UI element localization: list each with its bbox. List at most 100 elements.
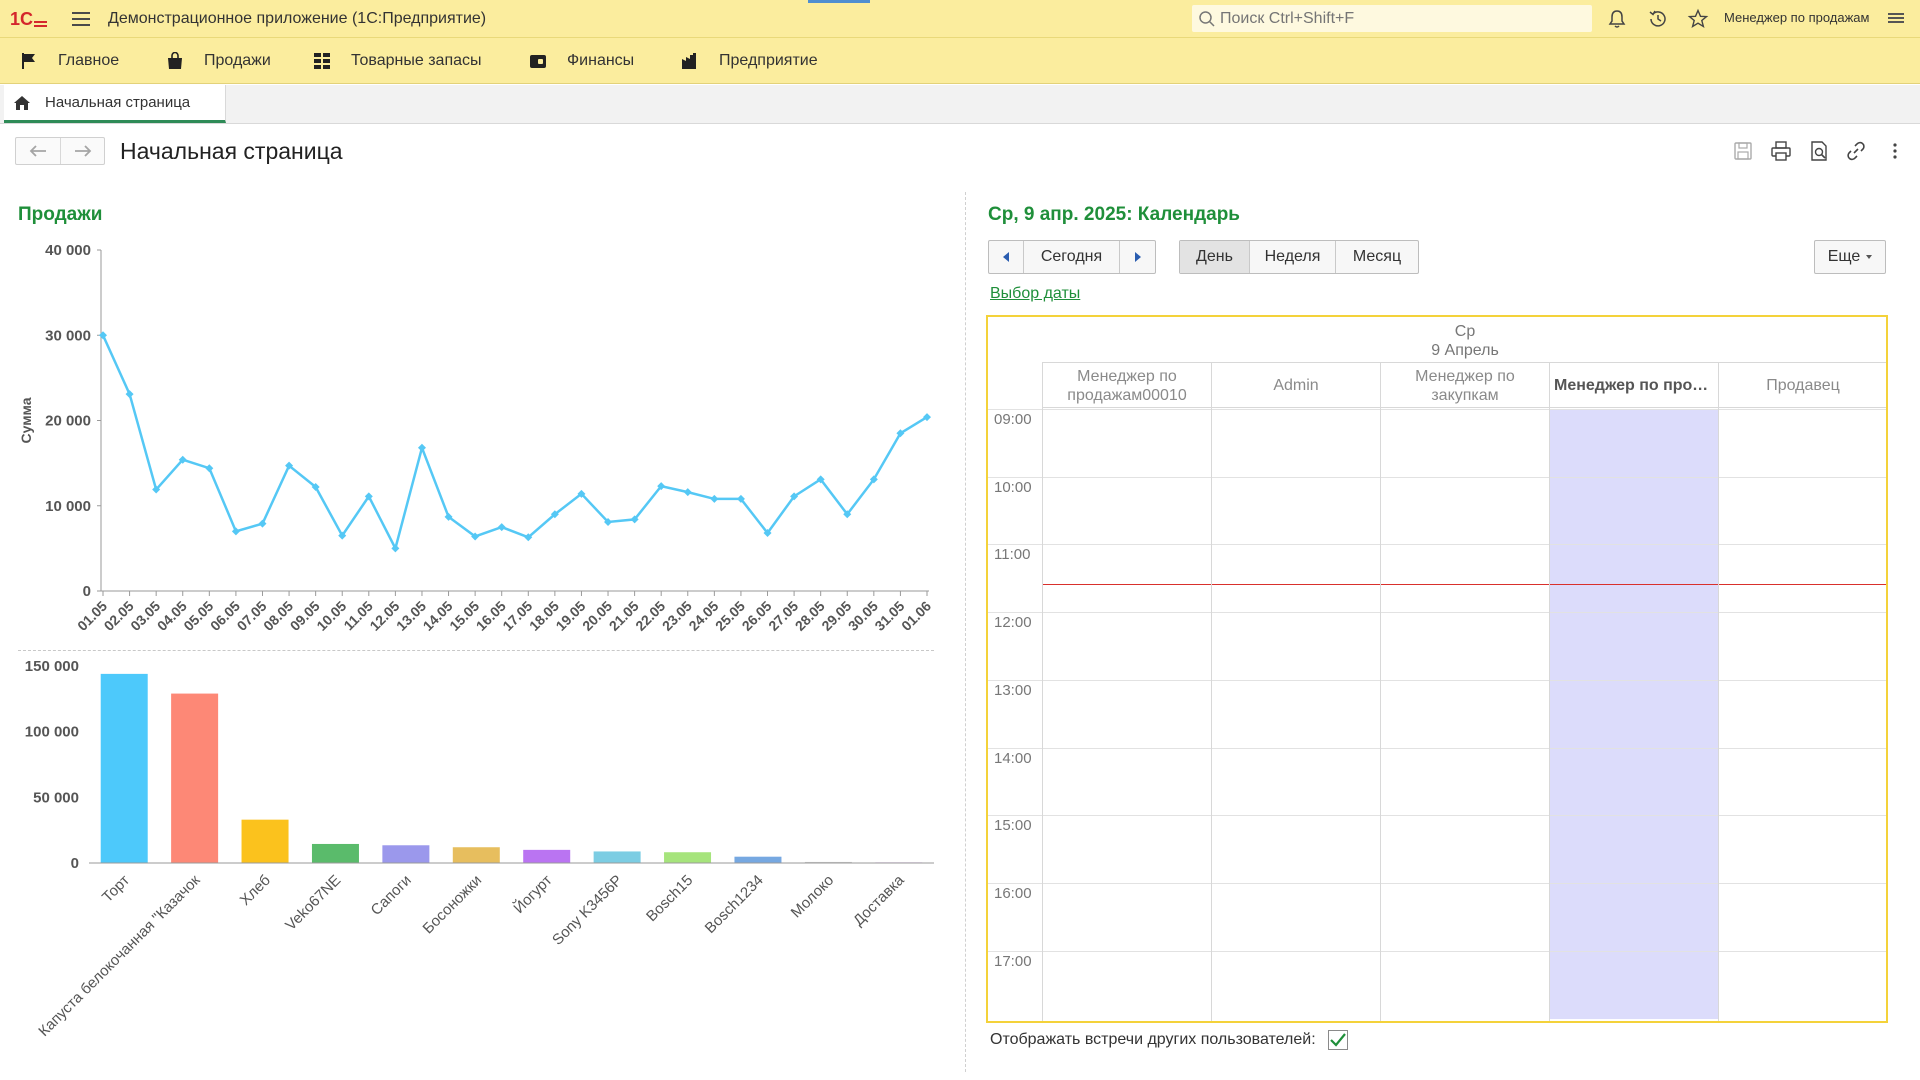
x-tick-label: Йогурт [510,871,556,917]
column-separator [1718,362,1719,1021]
x-tick-label: 15.05 [446,598,482,634]
search-input[interactable] [1220,9,1580,28]
section-inventory[interactable]: Товарные запасы [313,38,482,83]
x-tick-label: Босоножки [420,872,486,938]
show-others-label: Отображать встречи других пользователей: [990,1031,1316,1048]
bar [311,843,359,863]
x-tick-label: 12.05 [366,598,402,634]
column-header-current[interactable]: Менеджер по продажам [1549,363,1718,408]
column-header[interactable]: Admin [1211,363,1380,408]
bar [664,852,712,863]
sales-by-date-chart[interactable]: 0 10 000 20 000 30 000 40 000 Сумма 01.0502.05… [0,230,950,650]
title-bar: 1С Демонстрационное приложение (1С:Предп… [0,0,1920,37]
today-button[interactable]: Сегодня [1023,241,1119,273]
x-tick-label: 03.05 [127,598,163,634]
x-tick-label: Доставка [850,871,908,929]
tab-home-page[interactable]: Начальная страница [4,85,226,123]
home-icon [14,95,30,110]
x-tick-label: Bosch1234 [702,872,767,937]
sales-line [101,334,928,552]
view-month-button[interactable]: Месяц [1335,241,1418,273]
column-header[interactable]: Менеджер по продажам00010 [1042,363,1211,408]
x-tick-label: Veko67NE [282,872,344,934]
data-point [231,527,240,536]
loading-indicator [808,0,870,3]
view-week-button[interactable]: Неделя [1249,241,1335,273]
page-title: Начальная страница [120,138,343,164]
hour-gridline [988,882,1886,884]
column-header[interactable]: Менеджер по закупкам [1380,363,1549,408]
print-icon[interactable] [1770,140,1792,162]
bell-icon[interactable] [1606,8,1628,30]
data-point [99,331,107,340]
sales-by-product-chart[interactable]: 050 000100 000150 000ТортКапуста белокоч… [0,652,950,1062]
y-tick-label: 20 000 [45,413,91,430]
more-actions-icon[interactable] [1884,140,1906,162]
section-label: Продажи [204,51,271,69]
x-tick-label: 06.05 [207,598,243,634]
favorites-star-icon[interactable] [1687,8,1709,30]
hour-label: 15:00 [994,817,1032,835]
previous-day-button[interactable] [989,241,1023,273]
x-tick-label: 02.05 [101,598,137,634]
bar [593,851,641,863]
hour-label: 10:00 [994,478,1032,496]
section-finance[interactable]: Финансы [529,38,634,83]
y-tick-label: 0 [83,583,91,600]
hour-label: 17:00 [994,952,1032,970]
search-icon [1199,10,1215,27]
main-menu-icon[interactable] [72,11,90,26]
section-label: Товарные запасы [351,51,482,69]
column-separator [1380,362,1381,1021]
x-tick-label: 26.05 [739,598,775,634]
svg-text:1С: 1С [10,9,33,29]
column-separator [1549,362,1550,1021]
date-navigation: Сегодня [988,240,1156,274]
1c-logo[interactable]: 1С [10,8,48,30]
data-point [417,443,426,452]
arrow-left-icon [29,145,46,157]
x-tick-label: Молоко [788,872,838,922]
x-tick-label: Сапоги [368,872,415,919]
user-menu-icon[interactable] [1888,13,1904,23]
x-tick-label: 31.05 [871,598,907,634]
current-user[interactable]: Менеджер по продажам [1724,10,1869,25]
back-button[interactable] [16,138,60,164]
more-button[interactable]: Еще [1814,240,1886,274]
y-tick-label: 0 [71,855,79,872]
forward-button[interactable] [60,138,104,164]
section-enterprise[interactable]: Предприятие [681,38,818,83]
next-day-button[interactable] [1119,241,1155,273]
checkmark-icon [1329,1033,1346,1047]
hour-label: 16:00 [994,884,1032,902]
navigation-buttons [15,137,105,165]
column-header-label: Менеджер по продажам [1554,377,1714,394]
history-icon[interactable] [1647,8,1669,30]
data-point [258,519,267,528]
calendar-title: Ср, 9 апр. 2025: Календарь [988,204,1240,225]
global-search[interactable] [1192,5,1592,32]
flag-icon [22,52,35,69]
column-separator [1211,362,1212,1021]
date-pick-link[interactable]: Выбор даты [990,285,1080,303]
hour-label: 14:00 [994,749,1032,767]
hour-gridline [988,409,1886,410]
save-icon[interactable] [1732,140,1754,162]
find-icon[interactable] [1808,140,1830,162]
x-tick-label: 18.05 [526,598,562,634]
hour-gridline [988,476,1886,478]
hour-gridline [988,612,1886,614]
link-icon[interactable] [1845,140,1867,162]
x-tick-label: 09.05 [287,598,323,634]
show-others-option: Отображать встречи других пользователей: [990,1030,1348,1050]
bar [452,847,500,863]
column-header[interactable]: Продавец [1718,363,1886,408]
hour-label: 11:00 [994,546,1031,564]
show-others-checkbox[interactable] [1327,1030,1348,1050]
y-tick-label: 10 000 [45,498,91,515]
x-tick-label: 23.05 [659,598,695,634]
bar [382,845,430,863]
section-main[interactable]: Главное [20,38,119,83]
section-sales[interactable]: Продажи [166,38,271,83]
view-day-button[interactable]: День [1180,241,1249,273]
